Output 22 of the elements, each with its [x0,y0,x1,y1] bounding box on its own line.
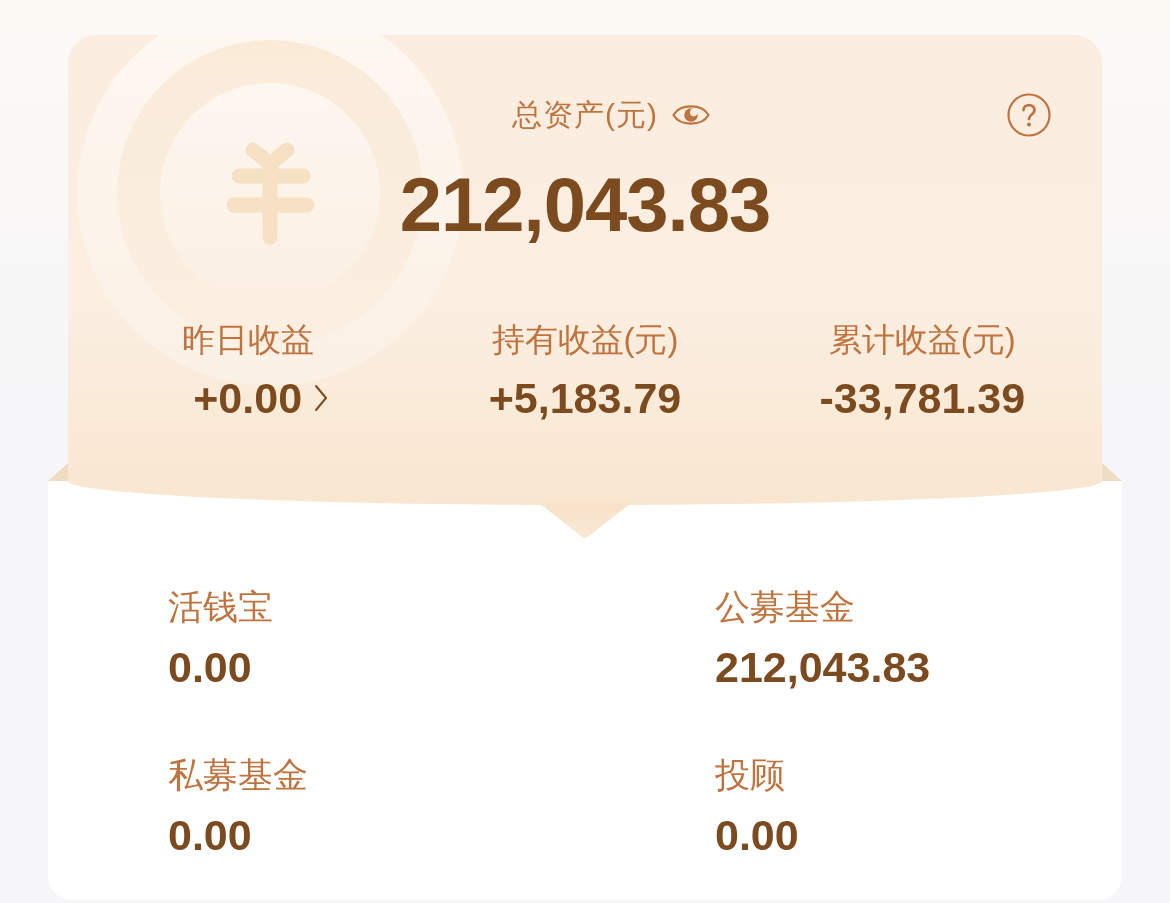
stat-value: +5,183.79 [488,373,682,424]
holding-value: 212,043.83 [715,642,931,693]
eye-icon[interactable] [672,102,710,128]
stat-label: 持有收益(元) [491,320,679,360]
corner-flap-icon [48,463,68,481]
stat-label: 累计收益(元) [828,320,1016,360]
holding-label: 公募基金 [715,586,855,628]
corner-flap-icon [1102,463,1122,481]
stat-value: +0.00 [193,373,303,424]
help-icon[interactable] [1007,93,1051,137]
total-assets-amount: 212,043.83 [399,161,771,249]
holding-label: 投顾 [715,754,785,796]
total-assets-label: 总资产(元) [512,97,658,133]
holding-value: 0.00 [168,810,252,861]
holding-value: 0.00 [168,642,252,693]
chevron-right-icon[interactable] [314,384,329,412]
stat-value: -33,781.39 [819,373,1026,424]
holding-label: 活钱宝 [168,586,273,628]
holding-value: 0.00 [715,810,799,861]
holding-label: 私募基金 [168,754,308,796]
pointer-notch-icon [539,503,631,539]
stat-label: 昨日收益 [181,320,314,360]
